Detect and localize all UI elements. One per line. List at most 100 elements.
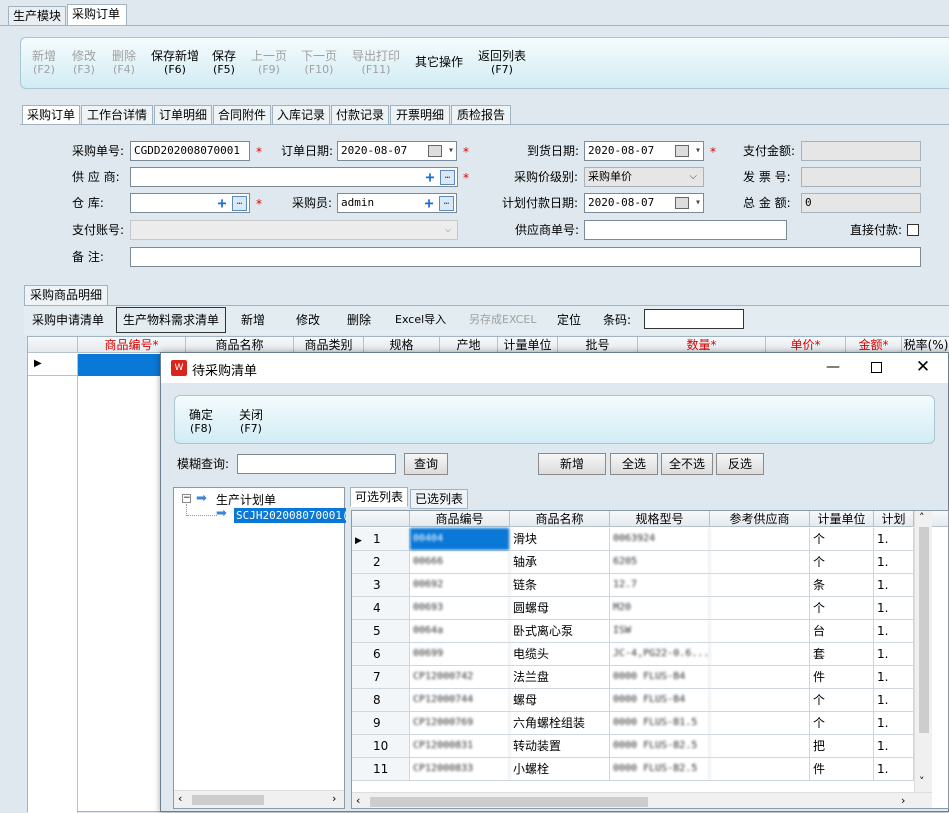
confirm-button[interactable]: 确定 (F8) [185,409,217,436]
prev-page-button[interactable]: 上一页 (F9) [248,50,290,77]
supplier-field[interactable]: +… [130,167,458,187]
scroll-down-icon[interactable]: ˅ [919,775,925,788]
tree-child-item[interactable]: SCJH202008070001(A [234,508,346,523]
scroll-thumb[interactable] [370,797,648,807]
subtab-order-detail[interactable]: 订单明细 [154,105,212,125]
select-all-button[interactable]: 全选 [610,453,658,475]
expand-collapse-icon[interactable]: − [182,494,191,503]
browse-icon[interactable]: … [439,196,454,211]
table-row[interactable]: 8 CP12000744 螺母 0000 FLUS-B4 个 1. [352,689,916,712]
order-date-field[interactable]: 2020-08-07 ▾ [337,141,457,161]
calendar-icon[interactable] [428,145,442,157]
tree-hscrollbar[interactable]: ‹ › [174,790,344,808]
scroll-thumb[interactable] [919,527,929,733]
chevron-down-icon[interactable]: ⌵ [689,168,697,186]
other-ops-button[interactable]: 其它操作 [413,56,465,69]
subtab-invoice[interactable]: 开票明细 [390,105,450,125]
buyer-field[interactable]: admin +… [337,193,457,213]
table-row[interactable]: 6 00699 电缆头 JC-4,PG22-0.6... 套 1. [352,643,916,666]
table-row[interactable]: 4 00693 圆螺母 M20 个 1. [352,597,916,620]
cell-code: 00666 [410,551,510,573]
grid-hscrollbar[interactable]: ‹ › [352,792,932,808]
table-row[interactable]: 5 0064a 卧式离心泵 ISW 台 1. [352,620,916,643]
dialog-add-button[interactable]: 新增 [538,453,606,475]
add-icon[interactable]: + [422,196,436,211]
plan-pay-date-field[interactable]: 2020-08-07 ▾ [584,193,704,213]
delete-button[interactable]: 删除 (F4) [109,50,139,77]
order-no-field[interactable]: CGDD202008070001 [130,141,250,161]
scroll-right-icon[interactable]: › [901,794,905,807]
scroll-right-icon[interactable]: › [332,792,336,805]
close-button[interactable]: 关闭 (F7) [235,409,267,436]
browse-icon[interactable]: … [440,170,455,185]
barcode-input[interactable] [644,309,744,329]
minimize-icon[interactable]: — [825,360,841,376]
table-row[interactable]: 3 00692 链条 12.7 条 1. [352,574,916,597]
table-row[interactable]: 7 CP12000742 法兰盘 0000 FLUS-B4 件 1. [352,666,916,689]
chevron-down-icon[interactable]: ▾ [448,142,454,160]
chevron-down-icon[interactable]: ▾ [695,142,701,160]
scroll-left-icon[interactable]: ‹ [356,794,360,807]
calendar-icon[interactable] [675,145,689,157]
scroll-up-icon[interactable]: ˄ [919,511,925,524]
add-icon[interactable]: + [215,196,229,211]
detail-delete-button[interactable]: 删除 [347,312,371,328]
table-row[interactable]: 11 CP12000833 小螺栓 0000 FLUS-B2.5 件 1. [352,758,916,781]
detail-edit-button[interactable]: 修改 [296,312,320,328]
table-row[interactable]: 2 00666 轴承 6205 个 1. [352,551,916,574]
save-new-button[interactable]: 保存新增 (F6) [149,50,201,77]
supplier-no-field[interactable] [584,220,787,240]
chevron-down-icon[interactable]: ⌵ [445,221,451,239]
chevron-down-icon[interactable]: ▾ [695,194,701,212]
query-button[interactable]: 查询 [404,453,448,475]
select-none-button[interactable]: 全不选 [661,453,713,475]
material-demand-list-button[interactable]: 生产物料需求清单 [116,307,226,333]
subtab-contract[interactable]: 合同附件 [213,105,271,125]
invert-selection-button[interactable]: 反选 [716,453,764,475]
tab-available-list[interactable]: 可选列表 [350,487,408,507]
back-to-list-button[interactable]: 返回列表 (F7) [476,50,528,77]
arrival-date-value: 2020-08-07 [588,144,655,157]
next-page-button[interactable]: 下一页 (F10) [298,50,340,77]
excel-import-button[interactable]: Excel导入 [395,312,446,328]
detail-tab[interactable]: 采购商品明细 [24,285,108,305]
cell-spec: 0000 FLUS-B2.5 [610,735,710,757]
pay-account-select[interactable]: ⌵ [130,220,458,240]
subtab-inbound[interactable]: 入库记录 [272,105,330,125]
locate-button[interactable]: 定位 [557,312,581,328]
export-print-button[interactable]: 导出打印 (F11) [349,50,403,77]
tab-purchase-order[interactable]: 采购订单 [67,4,127,26]
new-button[interactable]: 新增 (F2) [29,50,59,77]
maximize-icon[interactable] [871,362,882,373]
subtab-workbench[interactable]: 工作台详情 [81,105,153,125]
price-level-select[interactable]: 采购单价 ⌵ [584,167,704,187]
direct-pay-checkbox[interactable] [907,224,919,236]
cell-qty: 1. [874,735,914,757]
tab-production-module[interactable]: 生产模块 [8,6,66,26]
arrival-date-field[interactable]: 2020-08-07 ▾ [584,141,704,161]
purchase-request-list-button[interactable]: 采购申请清单 [32,312,104,328]
remark-field[interactable] [130,247,921,267]
save-button[interactable]: 保存 (F5) [209,50,239,77]
scroll-thumb[interactable] [192,795,264,805]
col-header: 数量* [638,337,766,353]
subtab-purchase-order[interactable]: 采购订单 [22,105,80,125]
table-row[interactable]: ▶ 1 00404 滑块 0063924 个 1. [352,528,916,551]
scroll-left-icon[interactable]: ‹ [178,792,182,805]
subtab-payment[interactable]: 付款记录 [331,105,389,125]
add-icon[interactable]: + [423,170,437,185]
browse-icon[interactable]: … [232,196,247,211]
calendar-icon[interactable] [675,197,689,209]
grid-vscrollbar[interactable]: ˄ ˅ [914,511,932,792]
detail-add-button[interactable]: 新增 [241,312,265,328]
save-as-excel-button[interactable]: 另存成EXCEL [469,312,536,328]
close-icon[interactable]: ✕ [914,358,932,376]
tab-selected-list[interactable]: 已选列表 [410,489,468,509]
subtab-qc[interactable]: 质检报告 [451,105,511,125]
required-mark: * [463,145,469,159]
warehouse-field[interactable]: +… [130,193,250,213]
fuzzy-search-input[interactable] [237,454,396,474]
table-row[interactable]: 9 CP12000769 六角螺栓组装 0000 FLUS-B1.5 个 1. [352,712,916,735]
table-row[interactable]: 10 CP12000831 转动装置 0000 FLUS-B2.5 把 1. [352,735,916,758]
edit-button[interactable]: 修改 (F3) [69,50,99,77]
